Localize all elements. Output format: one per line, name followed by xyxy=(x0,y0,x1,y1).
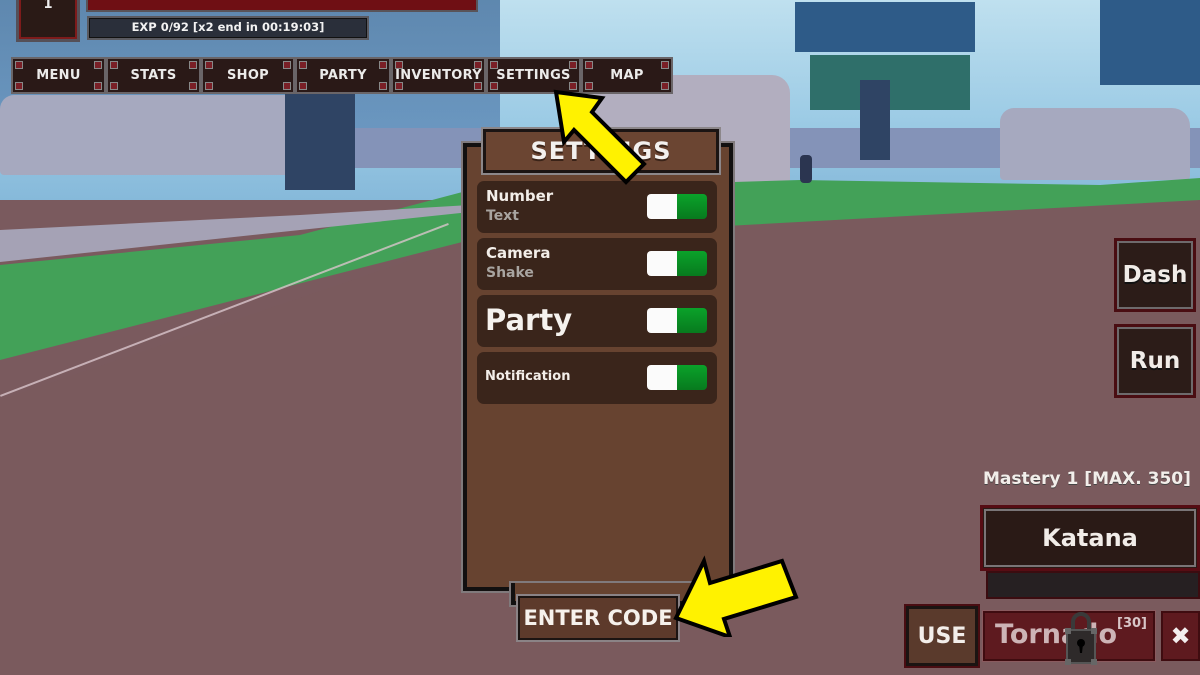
corner-ornament xyxy=(94,82,102,90)
corner-ornament xyxy=(490,82,498,90)
menu-button-label: MENU xyxy=(36,68,81,83)
setting-label: Party xyxy=(485,303,573,337)
mastery-text: Mastery 1 [MAX. 350] xyxy=(983,469,1191,489)
lock-icon xyxy=(1065,612,1097,665)
stone-wall-left xyxy=(0,95,320,175)
corner-ornament xyxy=(299,61,307,69)
enter-code-button[interactable]: ENTER CODE xyxy=(516,594,680,642)
corner-ornament xyxy=(661,82,669,90)
settings-button-label: SETTINGS xyxy=(496,68,571,83)
corner-ornament xyxy=(15,82,23,90)
tree-canopy xyxy=(795,2,975,52)
close-skill-button[interactable]: ✖ xyxy=(1161,611,1200,661)
stats-button[interactable]: STATS xyxy=(106,57,201,94)
setting-sublabel: Shake xyxy=(486,265,534,281)
setting-sublabel: Text xyxy=(486,208,519,224)
run-button[interactable]: Run xyxy=(1114,324,1196,398)
shop-button-label: SHOP xyxy=(226,68,270,83)
number-text-toggle[interactable] xyxy=(647,194,707,219)
corner-ornament xyxy=(15,61,23,69)
corner-ornament xyxy=(474,61,482,69)
corner-ornament xyxy=(205,82,213,90)
corner-ornament xyxy=(283,61,291,69)
menu-button[interactable]: MENU xyxy=(11,57,106,94)
setting-label: Notification xyxy=(485,369,571,384)
party-button[interactable]: PARTY xyxy=(295,57,391,94)
use-label: USE xyxy=(917,623,967,649)
corner-ornament xyxy=(189,82,197,90)
corner-ornament xyxy=(189,61,197,69)
corner-ornament xyxy=(110,82,118,90)
corner-ornament xyxy=(379,82,387,90)
corner-ornament xyxy=(474,82,482,90)
dash-label: Dash xyxy=(1122,262,1188,288)
dash-button[interactable]: Dash xyxy=(1114,238,1196,312)
corner-ornament xyxy=(379,61,387,69)
tree-trunk-right xyxy=(860,80,890,160)
corner-ornament xyxy=(395,82,403,90)
setting-row-party: Party xyxy=(477,295,717,347)
inventory-button[interactable]: INVENTORY xyxy=(391,57,486,94)
use-button[interactable]: USE xyxy=(904,604,980,668)
corner-ornament xyxy=(569,61,577,69)
arrow-pointing-settings-icon xyxy=(553,89,647,185)
corner-ornament xyxy=(661,61,669,69)
stats-button-label: STATS xyxy=(130,68,177,83)
inventory-button-label: INVENTORY xyxy=(395,68,482,83)
corner-ornament xyxy=(585,61,593,69)
setting-label: Number xyxy=(486,187,554,205)
weapon-mastery-bar xyxy=(986,571,1200,599)
stone-block-right xyxy=(1000,108,1190,180)
skill-name: Tornado xyxy=(995,619,1118,650)
setting-row-camera-shake: Camera Shake xyxy=(477,238,717,290)
weapon-name: Katana xyxy=(1042,524,1138,552)
party-button-label: PARTY xyxy=(319,68,367,83)
corner-ornament xyxy=(110,61,118,69)
tree-canopy xyxy=(1100,0,1200,85)
corner-ornament xyxy=(283,82,291,90)
enter-code-label: ENTER CODE xyxy=(523,606,673,630)
weapon-slot[interactable]: Katana xyxy=(980,505,1200,571)
skill-level-requirement: [30] xyxy=(1117,616,1147,631)
setting-label: Camera xyxy=(486,244,551,262)
exp-text: EXP 0/92 [x2 end in 00:19:03] xyxy=(131,20,325,34)
level-badge: 1 xyxy=(16,0,80,42)
corner-ornament xyxy=(205,61,213,69)
exp-bar: EXP 0/92 [x2 end in 00:19:03] xyxy=(87,16,369,40)
close-icon: ✖ xyxy=(1170,622,1191,650)
corner-ornament xyxy=(94,61,102,69)
settings-panel: Number Text Camera Shake Party Notificat… xyxy=(461,127,735,607)
camera-shake-toggle[interactable] xyxy=(647,251,707,276)
party-toggle[interactable] xyxy=(647,308,707,333)
tree-canopy xyxy=(810,55,970,110)
setting-row-notification: Notification xyxy=(477,352,717,404)
settings-panel-body: Number Text Camera Shake Party Notificat… xyxy=(461,141,735,593)
shop-button[interactable]: SHOP xyxy=(201,57,295,94)
health-bar xyxy=(86,0,478,12)
corner-ornament xyxy=(395,61,403,69)
map-button-label: MAP xyxy=(610,68,644,83)
run-label: Run xyxy=(1129,348,1181,374)
corner-ornament xyxy=(299,82,307,90)
corner-ornament xyxy=(490,61,498,69)
notification-toggle[interactable] xyxy=(647,365,707,390)
npc-character[interactable] xyxy=(800,155,812,183)
level-value: 1 xyxy=(43,0,53,12)
arrow-pointing-enter-code-icon xyxy=(673,555,799,637)
